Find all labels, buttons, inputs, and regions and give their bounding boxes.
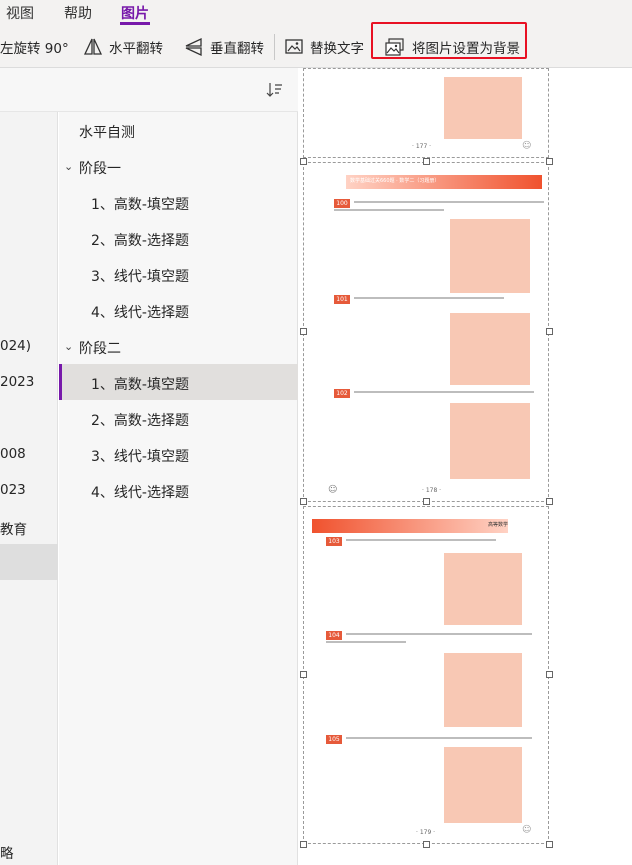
question-text (346, 539, 496, 541)
sort-icon[interactable] (266, 80, 284, 100)
ribbon: 视图 帮助 图片 左旋转 90° 水平翻转 垂直翻转 替换文字 将图片设置为背景 (0, 0, 632, 68)
page-item[interactable]: 4、线代-选择题 (91, 302, 189, 322)
tab-help[interactable]: 帮助 (64, 3, 92, 23)
answer-box (444, 653, 522, 727)
answer-box (444, 77, 522, 139)
question-number: 101 (334, 295, 350, 304)
flip-horizontal-label: 水平翻转 (109, 41, 163, 57)
page-header-banner (312, 519, 508, 533)
resize-handle[interactable] (423, 498, 430, 505)
resize-handle[interactable] (546, 158, 553, 165)
resize-handle[interactable] (546, 841, 553, 848)
resize-handle[interactable] (300, 841, 307, 848)
tab-view[interactable]: 视图 (6, 3, 34, 23)
section-pane (0, 68, 58, 865)
section-item[interactable]: 2023 (0, 374, 34, 390)
section-item[interactable]: 023 (0, 482, 26, 498)
flip-vertical-icon (185, 37, 202, 57)
page-item[interactable]: 1、高数-填空题 (91, 194, 189, 214)
question-text (346, 737, 532, 739)
page-item[interactable]: 3、线代-填空题 (91, 446, 189, 466)
question-text (354, 391, 534, 393)
flip-vertical-button[interactable]: 垂直翻转 (184, 36, 264, 58)
chevron-down-icon[interactable]: ⌄ (64, 160, 73, 173)
question-number: 103 (326, 537, 342, 546)
rotate-left-label: 左旋转 90° (0, 41, 69, 57)
highlight-annotation (371, 22, 527, 59)
page-item[interactable]: 水平自测 (79, 122, 135, 142)
page-selected-indicator (59, 364, 62, 400)
active-tab-indicator (120, 22, 150, 25)
note-canvas[interactable]: · 177 · ☺ 数学基础过关660题 · 数学二（习题册） 100 101 … (299, 68, 632, 865)
page-item[interactable]: 3、线代-填空题 (91, 266, 189, 286)
question-text (354, 297, 504, 299)
page-pane-header (0, 68, 298, 112)
tab-picture[interactable]: 图片 (121, 3, 149, 23)
answer-box (444, 553, 522, 625)
toolbar-separator (274, 34, 275, 60)
smiley-icon: ☺ (522, 825, 532, 835)
page-header-title: 数学基础过关660题 · 数学二（习题册） (350, 178, 440, 184)
resize-handle[interactable] (300, 671, 307, 678)
flip-vertical-label: 垂直翻转 (210, 41, 264, 57)
page-image[interactable]: 高等数学 103 104 105 · 179 · ☺ (303, 506, 549, 844)
section-selected-highlight (0, 544, 58, 580)
resize-handle[interactable] (546, 498, 553, 505)
resize-handle[interactable] (546, 671, 553, 678)
resize-handle[interactable] (300, 158, 307, 165)
section-item[interactable]: 008 (0, 446, 26, 462)
question-number: 105 (326, 735, 342, 744)
page-number: · 177 · (412, 143, 432, 150)
question-number: 104 (326, 631, 342, 640)
page-group-item[interactable]: 阶段一 (79, 158, 121, 178)
page-group-item[interactable]: 阶段二 (79, 338, 121, 358)
smiley-icon: ☺ (522, 141, 532, 151)
answer-box (450, 219, 530, 293)
answer-box (444, 747, 522, 823)
smiley-icon: ☺ (328, 485, 338, 495)
alt-text-icon (285, 39, 303, 54)
resize-handle[interactable] (423, 158, 430, 165)
rotate-left-button[interactable]: 左旋转 90° (0, 36, 69, 58)
resize-handle[interactable] (546, 328, 553, 335)
resize-handle[interactable] (423, 841, 430, 848)
resize-handle[interactable] (300, 328, 307, 335)
question-text (354, 201, 544, 203)
section-item[interactable]: 教育 (0, 518, 27, 538)
page-header-subject: 高等数学 (488, 522, 509, 528)
question-text (326, 641, 406, 643)
page-item[interactable]: 2、高数-选择题 (91, 410, 189, 430)
flip-horizontal-icon (83, 38, 103, 55)
page-item[interactable]: 2、高数-选择题 (91, 230, 189, 250)
page-image[interactable]: · 177 · ☺ (303, 68, 549, 158)
alt-text-button[interactable]: 替换文字 (284, 36, 364, 58)
answer-box (450, 313, 530, 385)
page-number: · 178 · (422, 487, 442, 494)
question-text (334, 209, 444, 211)
flip-horizontal-button[interactable]: 水平翻转 (83, 36, 163, 58)
alt-text-label: 替换文字 (310, 41, 364, 57)
page-number: · 179 · (416, 829, 436, 836)
answer-box (450, 403, 530, 479)
page-item[interactable]: 1、高数-填空题 (91, 374, 189, 394)
section-item[interactable]: 024) (0, 338, 31, 354)
section-item[interactable]: 略 (0, 842, 14, 862)
chevron-down-icon[interactable]: ⌄ (64, 340, 73, 353)
question-number: 100 (334, 199, 350, 208)
question-number: 102 (334, 389, 350, 398)
resize-handle[interactable] (300, 498, 307, 505)
page-item[interactable]: 4、线代-选择题 (91, 482, 189, 502)
question-text (346, 633, 532, 635)
page-image-selected[interactable]: 数学基础过关660题 · 数学二（习题册） 100 101 102 ☺ · 17… (303, 162, 549, 502)
